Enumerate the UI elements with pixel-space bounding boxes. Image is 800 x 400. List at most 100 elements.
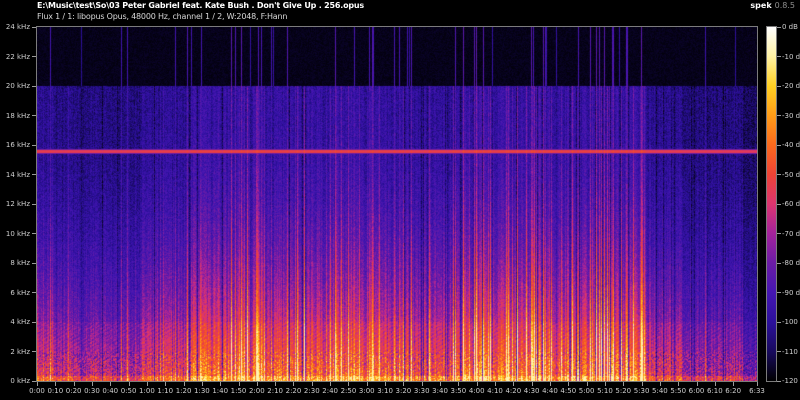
freq-tick-label: 4 kHz — [10, 318, 30, 326]
db-tick-label: -100 dB — [782, 318, 800, 326]
time-tick-label: 3:40 — [432, 387, 448, 395]
time-tick — [659, 382, 661, 386]
time-tick-label: 4:20 — [505, 387, 522, 395]
db-tick-label: -20 dB — [782, 82, 800, 90]
time-tick — [37, 382, 38, 386]
time-tick-label: 3:20 — [395, 387, 412, 395]
time-tick — [385, 382, 387, 386]
db-tick — [777, 56, 781, 57]
freq-tick — [32, 203, 36, 205]
time-tick — [311, 382, 313, 386]
time-tick-label: 4:30 — [523, 387, 540, 395]
time-tick — [733, 382, 735, 386]
time-tick-label: 6:20 — [725, 387, 742, 395]
time-tick-label: 2:20 — [285, 387, 302, 395]
time-tick-label: 0:50 — [120, 387, 137, 395]
time-tick — [531, 382, 533, 386]
time-tick — [586, 382, 588, 386]
time-tick — [73, 382, 75, 386]
time-tick-label: 5:20 — [615, 387, 632, 395]
time-tick — [696, 382, 698, 386]
db-tick — [777, 203, 781, 205]
time-tick-label: 6:33 — [749, 387, 765, 395]
freq-tick-label: 2 kHz — [10, 347, 30, 356]
time-tick-label: 4:00 — [468, 387, 485, 395]
time-tick-label: 3:00 — [358, 387, 375, 395]
time-tick-label: 5:10 — [597, 387, 613, 395]
db-tick — [777, 85, 781, 87]
spectrogram-canvas — [37, 27, 757, 381]
time-tick-label: 2:40 — [322, 387, 338, 395]
time-tick — [568, 382, 570, 386]
db-tick — [777, 321, 781, 323]
time-tick-label: 5:50 — [670, 387, 687, 395]
time-tick — [641, 382, 643, 386]
time-tick-label: 6:10 — [706, 387, 723, 395]
freq-tick-label: 8 kHz — [10, 259, 30, 267]
time-tick — [495, 382, 496, 386]
db-colorbar — [766, 26, 777, 382]
time-tick-label: 3:10 — [377, 387, 393, 395]
time-tick-label: 1:10 — [157, 387, 174, 395]
time-tick — [440, 382, 442, 386]
time-tick-label: 5:40 — [652, 387, 668, 395]
time-tick — [293, 382, 295, 386]
freq-tick — [32, 262, 36, 264]
freq-tick — [32, 233, 36, 234]
freq-tick — [32, 351, 36, 352]
freq-tick-label: 6 kHz — [10, 288, 30, 297]
time-tick-label: 4:40 — [542, 387, 558, 395]
db-tick-label: -90 dB — [782, 288, 800, 297]
time-tick — [91, 382, 93, 386]
time-tick-label: 5:00 — [578, 387, 595, 395]
freq-tick-label: 22 kHz — [5, 52, 30, 61]
app-version: 0.8.5 — [774, 1, 795, 10]
spek-window: E:\Music\test\So\03 Peter Gabriel feat. … — [0, 0, 800, 400]
db-tick-label: -110 dB — [782, 347, 800, 356]
time-tick — [623, 382, 625, 386]
freq-tick-label: 0 kHz — [10, 377, 30, 385]
time-tick — [549, 382, 551, 386]
time-tick-label: 0:40 — [102, 387, 119, 395]
db-tick — [777, 26, 781, 28]
time-tick-label: 2:00 — [248, 387, 265, 395]
db-tick-label: 0 dB — [782, 23, 798, 31]
freq-tick-label: 12 kHz — [5, 200, 30, 208]
time-tick-label: 1:50 — [230, 387, 247, 395]
db-tick-label: -60 dB — [782, 200, 800, 208]
time-tick-label: 2:30 — [303, 387, 320, 395]
freq-tick — [32, 85, 36, 87]
db-tick-label: -10 dB — [782, 52, 800, 61]
time-tick-label: 3:30 — [413, 387, 430, 395]
time-tick-label: 2:10 — [267, 387, 284, 395]
time-tick-label: 1:40 — [212, 387, 229, 395]
time-tick — [275, 382, 277, 386]
time-tick — [604, 382, 606, 386]
time-tick — [513, 382, 515, 386]
freq-tick — [32, 321, 36, 323]
db-tick-label: -30 dB — [782, 111, 800, 120]
freq-tick — [32, 144, 36, 146]
freq-tick — [32, 115, 36, 116]
time-tick-label: 0:20 — [65, 387, 82, 395]
time-tick-label: 4:10 — [487, 387, 503, 395]
time-tick — [201, 382, 203, 386]
time-tick — [403, 382, 405, 386]
app-brand: spek 0.8.5 — [750, 1, 795, 10]
time-tick — [757, 382, 758, 386]
db-tick — [777, 174, 781, 175]
time-tick-label: 4:50 — [560, 387, 577, 395]
db-tick — [777, 380, 781, 382]
time-tick — [110, 382, 112, 386]
db-tick-label: -50 dB — [782, 170, 800, 179]
freq-tick-label: 14 kHz — [5, 170, 30, 179]
time-tick-label: 0:10 — [47, 387, 64, 395]
time-tick — [458, 382, 460, 386]
time-tick — [366, 382, 368, 386]
time-tick — [330, 382, 332, 386]
db-tick — [777, 144, 781, 146]
freq-tick — [32, 292, 36, 293]
time-tick — [128, 382, 130, 386]
freq-tick — [32, 174, 36, 175]
time-tick — [146, 382, 148, 386]
